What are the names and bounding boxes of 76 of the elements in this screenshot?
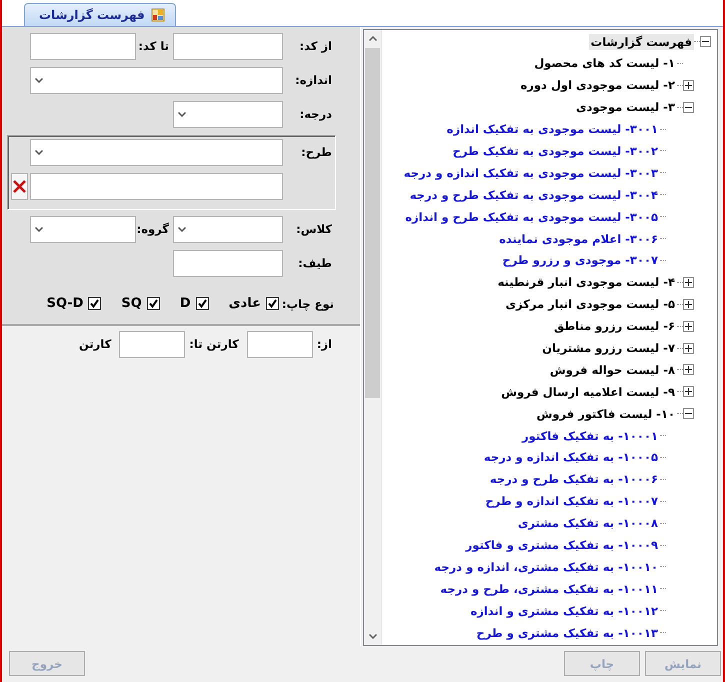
tree-item[interactable]: ۳۰۰۱- لیست موجودی به تفکیک اندازه (444, 121, 660, 138)
field-label: کارتن (206, 337, 240, 352)
close-icon (13, 180, 26, 193)
collapse-icon[interactable] (683, 408, 694, 420)
checkbox-label: SQ (121, 296, 142, 312)
tree-item[interactable]: ۳۰۰۷- موجودی و رزرو طرح (500, 252, 660, 268)
field-label: کارتن (78, 337, 112, 352)
text-field[interactable] (119, 330, 186, 358)
tree-item[interactable]: ۳۰۰۵- لیست موجودی به تفکیک طرح و اندازه (403, 208, 660, 225)
scrollbar[interactable] (364, 30, 382, 645)
tree-item[interactable]: ۸- لیست حواله فروش (548, 362, 677, 378)
expand-icon[interactable] (683, 386, 694, 398)
field-label: طیف: (297, 256, 333, 270)
tree-item[interactable]: ۳- لیست موجودی (574, 99, 677, 116)
collapse-icon[interactable] (700, 36, 711, 48)
tree-item[interactable]: ۱۰۰۰۵- به تفکیک اندازه و درجه (482, 449, 660, 466)
expand-icon[interactable] (683, 80, 694, 91)
report-tab[interactable]: فهرست گزارشات (24, 3, 176, 26)
tree-item[interactable]: ۳۰۰۶- اعلام موجودی نماینده (497, 230, 660, 247)
tree-item[interactable]: ۱۰۰۰۶- به تفکیک طرح و درجه (488, 471, 660, 488)
text-field[interactable] (246, 330, 313, 358)
field-label: از: (316, 337, 333, 352)
checkbox[interactable] (196, 297, 209, 310)
tree-item[interactable]: ۳۰۰۳- لیست موجودی به تفکیک اندازه و درجه (402, 164, 660, 181)
tree-item[interactable]: ۱- لیست کد های محصول (532, 55, 677, 72)
expand-icon[interactable] (683, 298, 694, 310)
collapse-icon[interactable] (683, 102, 694, 113)
checkbox[interactable] (266, 297, 279, 310)
checkbox[interactable] (146, 297, 160, 310)
checkbox[interactable] (88, 297, 102, 310)
tree-item[interactable]: ۱۰۰۰۸- به تفکیک مشتری (516, 515, 660, 532)
checkbox-label: عادی (228, 296, 261, 312)
check-icon (148, 299, 158, 308)
field-label: تا: (189, 337, 204, 352)
tree-item[interactable]: ۳۰۰۴- لیست موجودی به تفکیک طرح و درجه (408, 186, 660, 203)
tree-item[interactable]: ۱۰۰۱۰- به تفکیک مشتری، اندازه و درجه (432, 558, 660, 575)
tree-item[interactable]: ۷- لیست رزرو مشتریان (540, 340, 677, 356)
check-icon (90, 299, 100, 308)
field-label: نوع چاپ: (280, 296, 335, 311)
tree-item[interactable]: ۴- لیست موجودی انبار قرنطینه (496, 274, 677, 290)
tree-item[interactable]: ۱۰۰۰۹- به تفکیک مشتری و فاکتور (464, 537, 660, 554)
text-field[interactable] (173, 32, 283, 60)
field-label: گروه: (136, 222, 170, 236)
tree-item[interactable]: ۵- لیست موجودی انبار مرکزی (503, 296, 677, 312)
tree-item[interactable]: ۱۰۰۰۷- به تفکیک اندازه و طرح (483, 493, 660, 510)
field-label: از کد: (298, 39, 333, 54)
tree-item[interactable]: ۱۰۰۰۱- به تفکیک فاکتور (520, 428, 660, 444)
tree-item[interactable]: ۱۰۰۱۳- به تفکیک مشتری و طرح (474, 624, 660, 641)
field-label: اندازه: (294, 73, 333, 88)
tree-item[interactable]: ۱۰۰۱۱- به تفکیک مشتری، طرح و درجه (438, 580, 660, 597)
tree-item[interactable]: ۹- لیست اعلامیه ارسال فروش (499, 384, 677, 400)
field-label: کلاس: (295, 222, 333, 236)
text-field[interactable] (30, 172, 283, 200)
expand-icon[interactable] (683, 276, 694, 288)
expand-icon[interactable] (683, 364, 694, 376)
check-icon (198, 299, 207, 308)
expand-icon[interactable] (683, 342, 694, 354)
tree-item[interactable]: ۱۰۰۱۲- به تفکیک مشتری و اندازه (468, 602, 660, 619)
tree-item[interactable]: ۳۰۰۲- لیست موجودی به تفکیک طرح (450, 142, 660, 159)
text-field[interactable] (173, 250, 283, 277)
expand-icon[interactable] (683, 320, 694, 332)
field-label: درجه: (298, 107, 333, 122)
checkbox-label: D (180, 296, 191, 312)
tree-item[interactable]: فهرست گزارشات (588, 34, 694, 50)
tree-item[interactable]: ۲- لیست موجودی اول دوره (518, 77, 677, 94)
tree-item[interactable]: ۶- لیست رزرو مناطق (552, 318, 677, 334)
check-icon (268, 299, 277, 308)
field-label: تا کد: (137, 39, 170, 54)
scroll-down-icon[interactable] (368, 634, 376, 639)
tree-item[interactable]: ۱۰- لیست فاکتور فروش (534, 406, 677, 422)
text-field[interactable] (30, 32, 136, 60)
field-label: طرح: (300, 145, 333, 160)
clear-button[interactable] (11, 172, 28, 200)
report-list-icon (150, 8, 165, 22)
checkbox-label: SQ-D (46, 296, 84, 312)
scroll-up-icon[interactable] (368, 36, 376, 41)
